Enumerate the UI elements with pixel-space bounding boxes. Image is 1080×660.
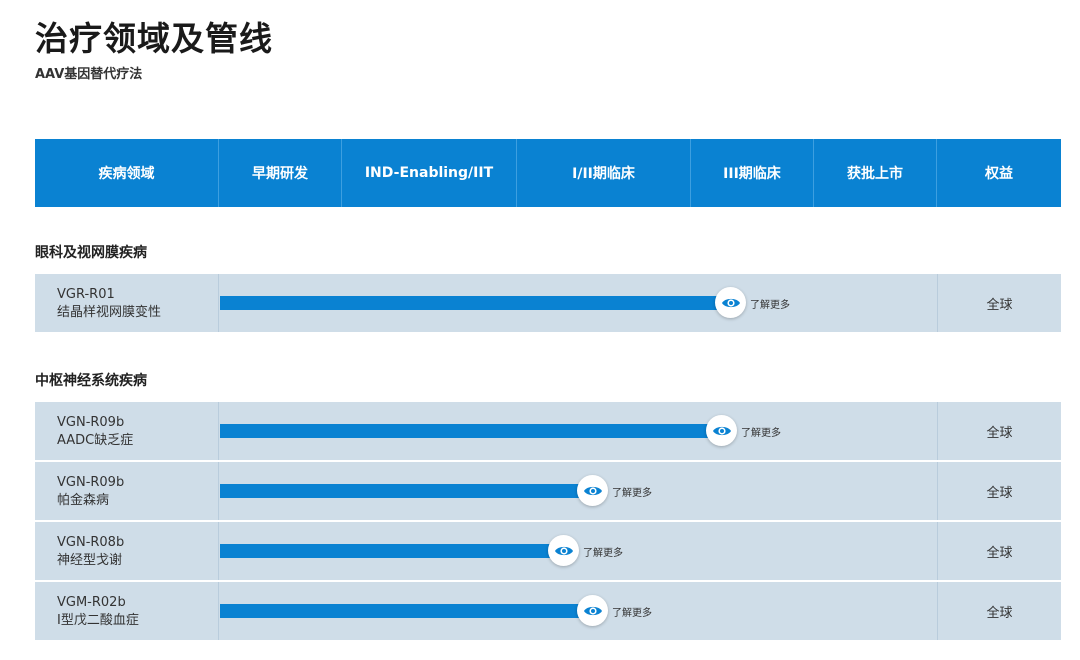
pipeline-row: VGN-R09b 帕金森病 了解更多 全球 [35,462,1061,520]
learn-more-link[interactable]: 了解更多 [741,424,781,439]
rights-cell: 全球 [937,402,1061,460]
learn-more-link[interactable]: 了解更多 [750,296,790,311]
header-approved: 获批上市 [814,139,937,207]
drug-code: VGN-R08b [57,535,125,550]
rights-cell: 全球 [937,582,1061,640]
header-early-research: 早期研发 [219,139,342,207]
drug-code: VGM-R02b [57,595,126,610]
eye-icon [583,486,602,495]
rights-cell: 全球 [937,522,1061,580]
learn-more-link[interactable]: 了解更多 [612,604,652,619]
drug-name-cell: VGR-R01 结晶样视网膜变性 [35,274,219,332]
pipeline-row: VGM-R02b I型戊二酸血症 了解更多 全球 [35,582,1061,640]
learn-more-button[interactable] [577,475,608,506]
section-title-ophthalmology: 眼科及视网膜疾病 [35,245,147,261]
header-phase-3: III期临床 [691,139,814,207]
header-phase-1-2: I/II期临床 [517,139,691,207]
page-subtitle: AAV基因替代疗法 [35,67,143,82]
drug-name-cell: VGM-R02b I型戊二酸血症 [35,582,219,640]
eye-icon [712,426,731,435]
drug-code: VGR-R01 [57,287,115,302]
header-disease-area: 疾病领域 [35,139,219,207]
disease-name: 结晶样视网膜变性 [57,305,162,320]
drug-code: VGN-R09b [57,415,125,430]
eye-icon [721,298,740,307]
drug-name-cell: VGN-R08b 神经型戈谢 [35,522,219,580]
disease-name: 帕金森病 [57,493,110,508]
learn-more-button[interactable] [706,415,737,446]
drug-name-cell: VGN-R09b 帕金森病 [35,462,219,520]
disease-name: AADC缺乏症 [57,433,134,448]
eye-icon [554,546,573,555]
learn-more-link[interactable]: 了解更多 [583,544,623,559]
section-title-cns: 中枢神经系统疾病 [35,373,147,389]
learn-more-button[interactable] [548,535,579,566]
header-rights: 权益 [985,166,1013,182]
pipeline-row: VGR-R01 结晶样视网膜变性 了解更多 全球 [35,274,1061,332]
header-ind-enabling: IND-Enabling/IIT [342,139,517,207]
learn-more-link[interactable]: 了解更多 [612,484,652,499]
learn-more-button[interactable] [715,287,746,318]
rights-cell: 全球 [937,462,1061,520]
progress-bar [220,296,731,310]
eye-icon [583,606,602,615]
rights-cell: 全球 [937,274,1061,332]
drug-name-cell: VGN-R09b AADC缺乏症 [35,402,219,460]
disease-name: 神经型戈谢 [57,553,123,568]
page-title: 治疗领域及管线 [35,19,273,58]
progress-bar [220,604,593,618]
pipeline-table-header: 疾病领域 早期研发 IND-Enabling/IIT I/II期临床 III期临… [35,139,1061,207]
learn-more-button[interactable] [577,595,608,626]
pipeline-row: VGN-R08b 神经型戈谢 了解更多 全球 [35,522,1061,580]
disease-name: I型戊二酸血症 [57,613,139,628]
drug-code: VGN-R09b [57,475,125,490]
progress-bar [220,544,564,558]
progress-bar [220,484,593,498]
pipeline-row: VGN-R09b AADC缺乏症 了解更多 全球 [35,402,1061,460]
progress-bar [220,424,722,438]
